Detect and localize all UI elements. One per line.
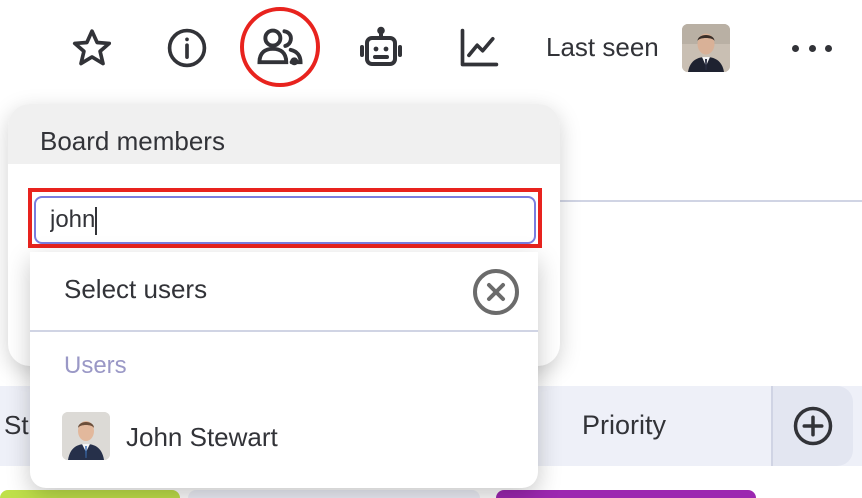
more-options-icon[interactable]	[792, 36, 832, 60]
text-caret	[95, 207, 97, 235]
member-search-input[interactable]	[34, 196, 536, 244]
user-name: John Stewart	[126, 422, 278, 452]
column-header-status[interactable]: St	[4, 410, 29, 441]
close-icon[interactable]	[472, 268, 520, 316]
column-header-priority[interactable]: Priority	[582, 410, 666, 441]
add-column-button[interactable]	[773, 386, 853, 466]
users-section-label: Users	[64, 352, 127, 379]
header-divider	[560, 200, 862, 202]
priority-cell-strip	[496, 490, 756, 498]
more-dot	[792, 44, 799, 52]
board-members-icon[interactable]	[240, 7, 320, 87]
plus-circle-icon	[793, 406, 833, 446]
user-select-dropdown: Select users Users John Stewart	[30, 252, 538, 488]
star-icon[interactable]	[66, 22, 118, 74]
popover-title: Board members	[40, 126, 225, 156]
dropdown-divider	[30, 330, 538, 332]
last-seen-label[interactable]: Last seen	[546, 32, 659, 63]
last-seen-avatar[interactable]	[682, 24, 730, 72]
dropdown-title: Select users	[64, 274, 208, 304]
user-avatar	[62, 412, 110, 460]
automations-robot-icon[interactable]	[354, 22, 408, 76]
more-dot	[808, 44, 816, 52]
activity-chart-icon[interactable]	[453, 22, 505, 74]
user-option[interactable]: John Stewart	[30, 402, 538, 470]
cell-strip	[188, 490, 480, 498]
more-dot	[825, 44, 832, 52]
info-icon[interactable]	[161, 22, 213, 74]
status-cell-strip	[0, 490, 180, 498]
